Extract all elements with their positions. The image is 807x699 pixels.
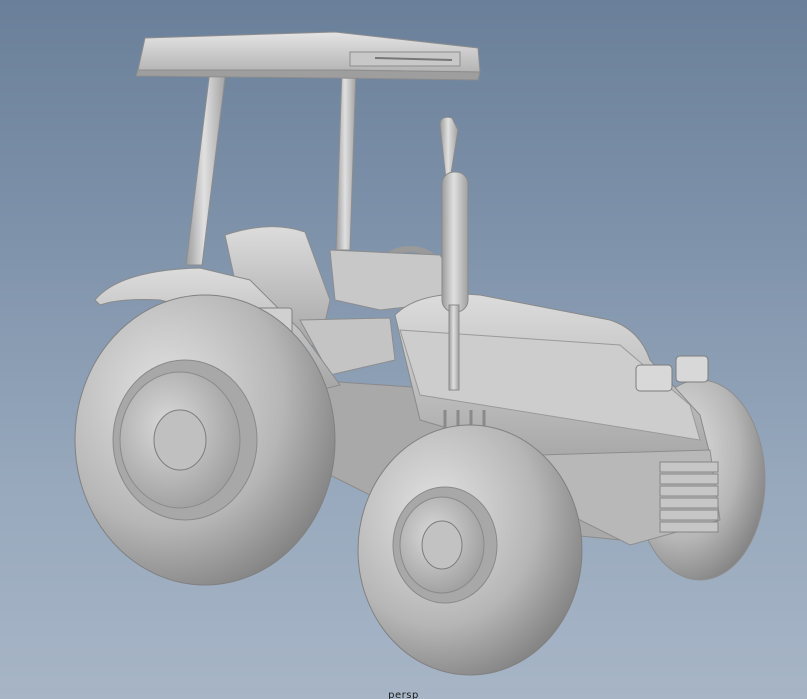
canopy-roof [135, 31, 481, 81]
tractor-model[interactable] [0, 0, 807, 699]
3d-viewport[interactable]: persp [0, 0, 807, 699]
front-near-tire [357, 424, 583, 676]
rear-near-tire [74, 294, 336, 586]
camera-label: persp [388, 690, 419, 699]
